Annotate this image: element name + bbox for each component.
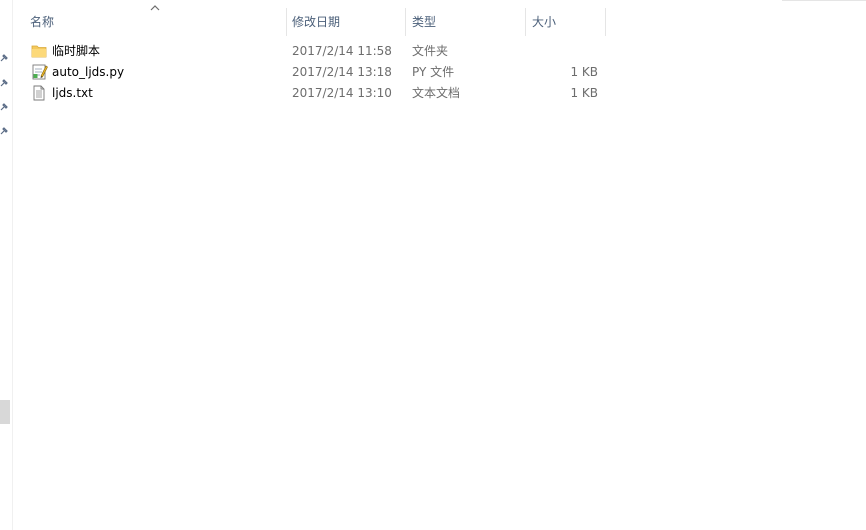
file-date: 2017/2/14 11:58: [292, 44, 392, 58]
file-size: [524, 41, 598, 61]
column-divider[interactable]: [605, 8, 606, 36]
column-header-size-label: 大小: [532, 15, 557, 29]
file-date: 2017/2/14 13:10: [292, 86, 392, 100]
column-header-name[interactable]: 名称: [24, 9, 286, 35]
file-size: 1 KB: [570, 86, 598, 100]
column-header-date[interactable]: 修改日期: [286, 9, 406, 35]
text-file-icon: [33, 85, 45, 101]
navigation-scrollbar-thumb[interactable]: [0, 400, 10, 424]
file-row[interactable]: auto_ljds.py 2017/2/14 13:18 PY 文件 1 KB: [24, 62, 614, 82]
pin-icon[interactable]: [0, 127, 8, 135]
file-type: 文件夹: [412, 44, 449, 58]
file-size: 1 KB: [570, 65, 598, 79]
column-header-date-label: 修改日期: [292, 15, 341, 29]
file-row[interactable]: 临时脚本 2017/2/14 11:58 文件夹: [24, 41, 614, 61]
column-header-type[interactable]: 类型: [406, 9, 526, 35]
column-header-size[interactable]: 大小: [526, 9, 606, 35]
top-divider: [782, 0, 866, 1]
file-name: ljds.txt: [52, 86, 93, 100]
file-row[interactable]: ljds.txt 2017/2/14 13:10 文本文档 1 KB: [24, 83, 614, 103]
navigation-pane[interactable]: [0, 0, 13, 530]
python-file-icon: [32, 64, 48, 80]
folder-icon: [31, 45, 47, 58]
file-type: 文本文档: [412, 86, 461, 100]
file-date: 2017/2/14 13:18: [292, 65, 392, 79]
file-explorer-window: 名称 修改日期 类型 大小 临时脚本 2017/2/14 11:58 文件夹 a…: [0, 0, 866, 530]
file-name: 临时脚本: [52, 44, 101, 58]
file-name: auto_ljds.py: [52, 65, 125, 79]
pin-icon[interactable]: [0, 79, 8, 87]
column-header-type-label: 类型: [412, 15, 437, 29]
column-header-name-label: 名称: [30, 15, 55, 29]
pin-icon[interactable]: [0, 54, 8, 62]
pin-icon[interactable]: [0, 103, 8, 111]
file-type: PY 文件: [412, 65, 455, 79]
